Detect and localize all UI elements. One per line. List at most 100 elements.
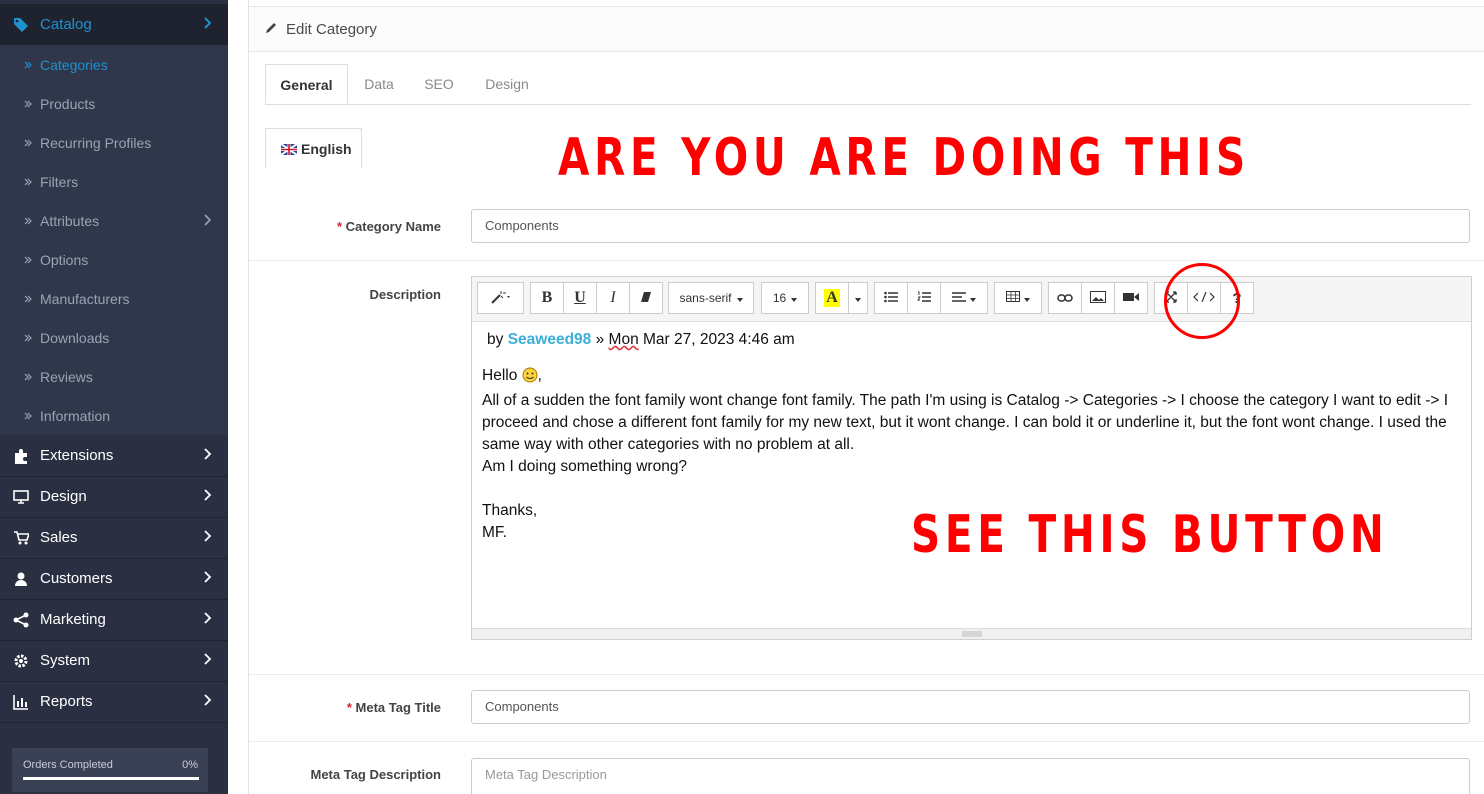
post-question: Am I doing something wrong? xyxy=(482,458,688,475)
editor-resize-handle[interactable] xyxy=(472,628,1471,639)
category-name-input[interactable]: Components xyxy=(471,209,1470,243)
chevron-right-icon xyxy=(204,214,212,229)
divider xyxy=(249,674,1484,675)
double-chevron-icon xyxy=(24,408,34,423)
sidebar-subitem-attributes[interactable]: Attributes xyxy=(0,201,228,240)
magic-style-button[interactable] xyxy=(477,282,524,314)
eraser-button[interactable] xyxy=(629,282,663,314)
sidebar-subitem-manufacturers[interactable]: Manufacturers xyxy=(0,279,228,318)
sidebar-subitem-categories[interactable]: Categories xyxy=(0,45,228,84)
sidebar-subitem-label: Information xyxy=(40,407,111,424)
pencil-icon xyxy=(265,21,278,37)
table-button[interactable] xyxy=(994,282,1042,314)
cart-icon xyxy=(13,530,29,546)
italic-icon: I xyxy=(610,289,616,306)
chevron-right-icon xyxy=(204,653,212,668)
gear-icon xyxy=(13,653,29,669)
sidebar-subitem-label: Attributes xyxy=(40,212,100,229)
annotation-circle xyxy=(1164,263,1240,339)
meta-title-input[interactable]: Components xyxy=(471,690,1470,724)
link-icon xyxy=(1057,291,1073,305)
sidebar-item-catalog[interactable]: Catalog xyxy=(0,4,228,46)
chevron-right-icon xyxy=(204,17,212,32)
tab-design[interactable]: Design xyxy=(477,64,537,104)
main-content: Edit Category General Data SEO Design En… xyxy=(248,0,1484,794)
greeting: Hello xyxy=(482,367,518,384)
underline-button[interactable]: U xyxy=(563,282,597,314)
table-icon xyxy=(1006,291,1020,305)
sidebar-item-sales[interactable]: Sales xyxy=(0,517,228,559)
sidebar-subitem-information[interactable]: Information xyxy=(0,396,228,435)
caret-down-icon xyxy=(855,291,861,305)
progress-value: 0% xyxy=(182,759,198,771)
meta-title-label: * Meta Tag Title xyxy=(346,700,441,715)
author-link[interactable]: Seaweed98 xyxy=(508,331,592,348)
sidebar-item-customers[interactable]: Customers xyxy=(0,558,228,600)
tab-data[interactable]: Data xyxy=(355,64,403,104)
underline-icon: U xyxy=(574,289,586,306)
meta-description-textarea[interactable]: Meta Tag Description xyxy=(471,758,1470,794)
sidebar-subitem-recurring-profiles[interactable]: Recurring Profiles xyxy=(0,123,228,162)
video-button[interactable] xyxy=(1114,282,1148,314)
text-color-dropdown[interactable] xyxy=(848,282,868,314)
orders-completed-progress: Orders Completed 0% xyxy=(12,748,208,792)
byline-day: Mon xyxy=(608,331,639,348)
language-tab-label: English xyxy=(301,140,352,157)
editor-toolbar: B U I sans-serif 16 A ? xyxy=(472,263,1471,339)
sidebar-item-label: Sales xyxy=(40,529,78,546)
annotation-text-bottom: SEE THIS BUTTON xyxy=(911,505,1389,565)
font-size-value: 16 xyxy=(772,291,787,305)
image-button[interactable] xyxy=(1081,282,1115,314)
tab-english[interactable]: English xyxy=(265,128,362,168)
tab-general[interactable]: General xyxy=(265,64,348,104)
sidebar-subitem-label: Filters xyxy=(40,173,79,190)
chevron-right-icon xyxy=(204,612,212,627)
sidebar-subitem-reviews[interactable]: Reviews xyxy=(0,357,228,396)
greeting-comma: , xyxy=(537,367,542,384)
meta-description-label: Meta Tag Description xyxy=(310,767,441,782)
byline-separator: » xyxy=(595,331,605,348)
text-color-icon: A xyxy=(824,289,840,307)
ordered-list-button[interactable] xyxy=(907,282,941,314)
double-chevron-icon xyxy=(24,369,34,384)
unordered-list-button[interactable] xyxy=(874,282,908,314)
sidebar-subitem-label: Options xyxy=(40,251,89,268)
font-size-select[interactable]: 16 xyxy=(761,282,809,314)
font-family-select[interactable]: sans-serif xyxy=(668,282,754,314)
description-editor[interactable]: B U I sans-serif 16 A ? by Seaweed98 » M… xyxy=(471,263,1472,640)
magic-wand-icon xyxy=(490,290,512,307)
sidebar-subitem-options[interactable]: Options xyxy=(0,240,228,279)
bar-chart-icon xyxy=(13,694,29,710)
sidebar-item-system[interactable]: System xyxy=(0,640,228,682)
user-icon xyxy=(13,571,29,587)
smiley-icon xyxy=(522,367,538,390)
double-chevron-icon xyxy=(24,174,34,189)
form-tabs: General Data SEO Design xyxy=(265,64,1471,105)
tag-icon xyxy=(13,17,29,33)
text-color-button[interactable]: A xyxy=(815,282,849,314)
numbered-list-icon xyxy=(917,291,931,306)
bold-icon: B xyxy=(541,289,553,306)
category-name-label: * Category Name xyxy=(336,219,441,234)
align-left-icon xyxy=(952,291,966,305)
italic-button[interactable]: I xyxy=(596,282,630,314)
sidebar-item-design[interactable]: Design xyxy=(0,476,228,518)
post-paragraph: All of a sudden the font family wont cha… xyxy=(482,392,1449,453)
sidebar-item-marketing[interactable]: Marketing xyxy=(0,599,228,641)
paragraph-align-button[interactable] xyxy=(940,282,988,314)
sidebar: Catalog Categories Products Recurring Pr… xyxy=(0,0,228,794)
sidebar-subitem-filters[interactable]: Filters xyxy=(0,162,228,201)
link-button[interactable] xyxy=(1048,282,1082,314)
sidebar-subitem-label: Reviews xyxy=(40,368,93,385)
caret-down-icon xyxy=(970,291,976,305)
sidebar-subitem-label: Manufacturers xyxy=(40,290,130,307)
double-chevron-icon xyxy=(24,291,34,306)
bold-button[interactable]: B xyxy=(530,282,564,314)
chevron-right-icon xyxy=(204,694,212,709)
sidebar-item-reports[interactable]: Reports xyxy=(0,681,228,723)
tab-seo[interactable]: SEO xyxy=(415,64,463,104)
sidebar-subitem-downloads[interactable]: Downloads xyxy=(0,318,228,357)
sidebar-item-extensions[interactable]: Extensions xyxy=(0,435,228,477)
sidebar-subitem-products[interactable]: Products xyxy=(0,84,228,123)
